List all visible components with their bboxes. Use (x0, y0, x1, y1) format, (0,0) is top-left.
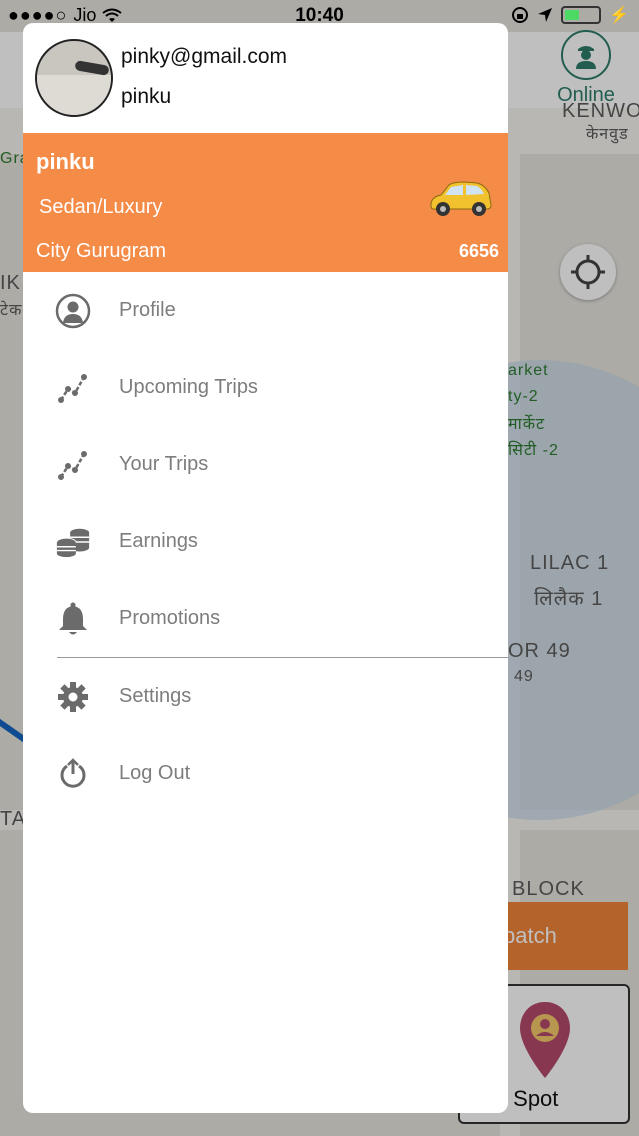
power-icon (55, 756, 91, 792)
side-menu-drawer: pinky@gmail.com pinku pinku Sedan/Luxury… (23, 23, 508, 1113)
driver-city: City Gurugram (36, 240, 167, 262)
menu-item-label: Promotions (119, 607, 221, 629)
profile-icon (55, 293, 91, 329)
menu-item-promotions[interactable]: Promotions (23, 580, 508, 657)
user-name: pinku (121, 85, 172, 108)
charging-icon: ⚡ (609, 7, 629, 24)
menu-item-label: Profile (119, 299, 176, 321)
vehicle-type: Sedan/Luxury (39, 196, 163, 218)
gear-icon (55, 679, 91, 715)
vehicle-number: 6656 (458, 241, 499, 261)
menu-item-earnings[interactable]: Earnings (23, 503, 508, 580)
menu-item-upcoming-trips[interactable]: Upcoming Trips (23, 349, 508, 426)
coins-icon (55, 524, 91, 560)
menu-item-log-out[interactable]: Log Out (23, 735, 508, 812)
location-arrow-icon (538, 8, 553, 22)
menu-item-label: Settings (119, 685, 192, 707)
menu-item-settings[interactable]: Settings (23, 658, 508, 735)
account-header: pinky@gmail.com pinku (23, 23, 508, 133)
battery-icon (561, 6, 602, 24)
drawer-menu: Profile Upcoming Trips Your Trips Earnin… (23, 272, 508, 812)
driver-name: pinku (36, 149, 95, 174)
driver-info-panel: pinku Sedan/Luxury City Gurugram 6656 (23, 133, 508, 272)
menu-item-label: Upcoming Trips (119, 376, 258, 398)
car-icon (430, 181, 492, 216)
menu-item-label: Your Trips (119, 453, 209, 475)
menu-item-profile[interactable]: Profile (23, 272, 508, 349)
rotation-lock-icon (512, 7, 529, 23)
avatar[interactable] (35, 39, 113, 117)
user-email: pinky@gmail.com (121, 45, 288, 68)
route-icon (55, 370, 91, 406)
route-icon (55, 447, 91, 483)
menu-item-your-trips[interactable]: Your Trips (23, 426, 508, 503)
bell-icon (55, 601, 91, 637)
menu-item-label: Log Out (119, 762, 191, 784)
menu-item-label: Earnings (119, 530, 198, 552)
